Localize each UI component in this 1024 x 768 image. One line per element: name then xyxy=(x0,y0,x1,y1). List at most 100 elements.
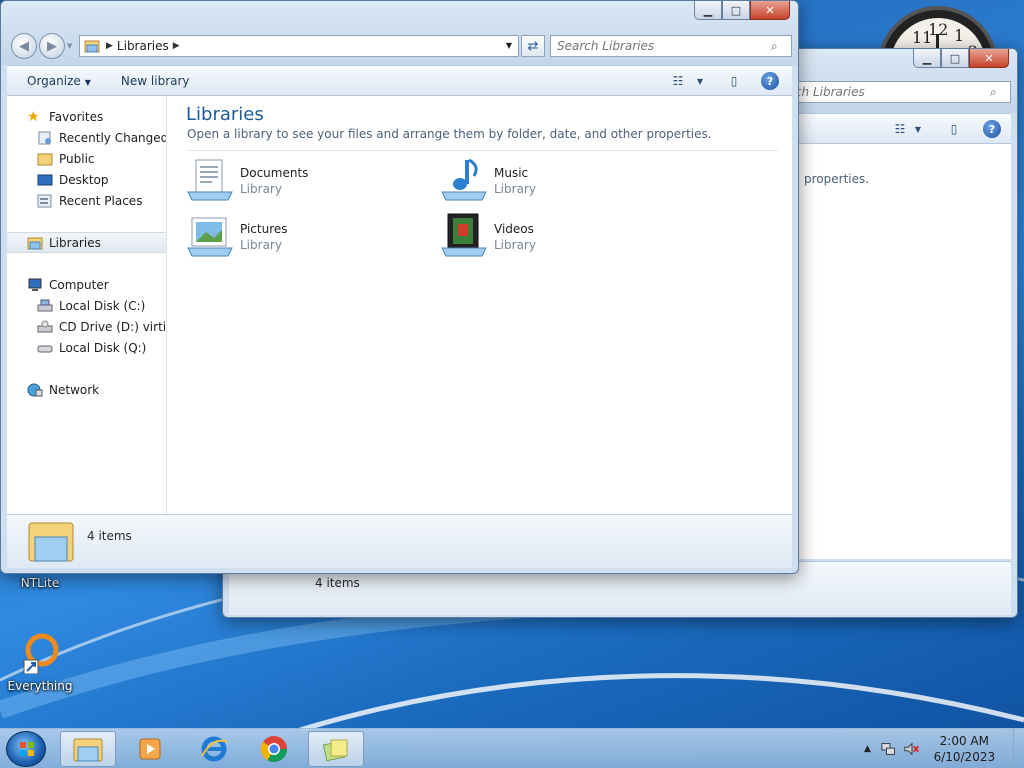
page-subtitle: Open a library to see your files and arr… xyxy=(187,127,712,141)
everything-icon xyxy=(23,633,59,675)
minimize-button[interactable]: ▁ xyxy=(913,49,941,68)
nav-label: Network xyxy=(49,382,100,397)
search-input[interactable] xyxy=(784,85,990,99)
breadcrumb-arrow-icon[interactable]: ▶ xyxy=(173,41,180,51)
nav-libraries[interactable]: Libraries xyxy=(7,232,166,253)
help-icon[interactable]: ? xyxy=(761,72,779,90)
media-player-icon xyxy=(139,738,161,760)
music-library-icon xyxy=(441,158,487,201)
recently-changed-icon xyxy=(38,131,51,144)
library-type: Library xyxy=(240,238,282,252)
computer-icon xyxy=(28,278,42,291)
taskbar-internet-explorer-button[interactable] xyxy=(186,731,242,767)
folder-icon xyxy=(37,153,53,165)
libraries-large-icon xyxy=(28,522,74,562)
nav-label: Computer xyxy=(49,277,109,292)
show-desktop-button[interactable] xyxy=(1013,729,1024,768)
nav-label: Favorites xyxy=(49,109,104,124)
help-icon[interactable]: ? xyxy=(983,120,1001,138)
taskbar: ▲ 2:00 AM 6/10/2023 xyxy=(0,728,1024,768)
library-documents[interactable]: Documents Library xyxy=(186,156,426,206)
minimize-button[interactable]: ▁ xyxy=(694,1,722,20)
new-library-button[interactable]: New library xyxy=(121,74,190,88)
library-name: Music xyxy=(494,166,529,180)
back-button[interactable]: ◀ xyxy=(11,33,37,59)
taskbar-chrome-button[interactable] xyxy=(246,731,302,767)
chevron-down-icon[interactable]: ▼ xyxy=(691,72,709,90)
caption-buttons: ▁ □ ✕ xyxy=(913,49,1009,68)
nav-favorites[interactable]: ★ Favorites xyxy=(7,106,166,127)
library-type: Library xyxy=(494,238,536,252)
library-name: Documents xyxy=(240,166,309,180)
chevron-down-icon[interactable]: ▼ xyxy=(909,120,927,138)
view-options-icon[interactable]: ☷ xyxy=(891,120,909,138)
taskbar-sticky-notes-button[interactable] xyxy=(308,731,364,767)
taskbar-explorer-button[interactable] xyxy=(60,731,116,767)
command-bar: Organize ▼ New library ☷ ▼ ▯ ? xyxy=(7,65,792,96)
search-icon: ⌕ xyxy=(771,38,778,53)
breadcrumb-arrow-icon[interactable]: ▶ xyxy=(106,41,113,51)
desktop-icon-label: NTLite xyxy=(20,576,60,590)
item-count: 4 items xyxy=(87,529,132,543)
volume-muted-icon[interactable] xyxy=(903,741,920,757)
recent-places-icon xyxy=(37,194,52,207)
page-title: Libraries xyxy=(186,104,264,125)
preview-pane-icon[interactable]: ▯ xyxy=(945,120,963,138)
maximize-button[interactable]: □ xyxy=(722,1,750,20)
libraries-icon xyxy=(27,237,43,249)
view-options-icon[interactable]: ☷ xyxy=(669,72,687,90)
maximize-button[interactable]: □ xyxy=(941,49,969,68)
chevron-down-icon: ▼ xyxy=(84,77,91,87)
nav-public[interactable]: Public xyxy=(7,148,166,169)
forward-button[interactable]: ▶ xyxy=(39,33,65,59)
network-status-icon[interactable] xyxy=(881,741,895,757)
nav-network[interactable]: Network xyxy=(7,379,166,400)
nav-computer[interactable]: Computer xyxy=(7,274,166,295)
desktop-icon-everything[interactable]: Everything xyxy=(0,630,80,693)
refresh-button[interactable]: ⇄ xyxy=(521,35,545,57)
navigation-bar: ◀ ▶ ▼ ▶ Libraries ▶ ▼ ⇄ ⌕ xyxy=(7,32,792,62)
show-hidden-icons-icon[interactable]: ▲ xyxy=(864,744,871,754)
library-pictures[interactable]: Pictures Library xyxy=(186,212,426,262)
nav-label: Local Disk (C:) xyxy=(59,298,146,313)
nav-recent-places[interactable]: Recent Places xyxy=(7,190,166,211)
start-button[interactable] xyxy=(6,731,46,767)
breadcrumb-libraries[interactable]: Libraries xyxy=(117,39,169,53)
address-bar[interactable]: ▶ Libraries ▶ ▼ xyxy=(79,35,519,57)
pictures-library-icon xyxy=(187,217,233,257)
library-music[interactable]: Music Library xyxy=(440,156,680,206)
organize-button[interactable]: Organize ▼ xyxy=(27,74,91,88)
close-button[interactable]: ✕ xyxy=(969,49,1009,68)
nav-label: Libraries xyxy=(49,235,101,250)
desktop-icon-ntlite[interactable]: NTLite xyxy=(0,574,80,590)
library-videos[interactable]: Videos Library xyxy=(440,212,680,262)
nav-local-disk-q[interactable]: Local Disk (Q:) xyxy=(7,337,166,358)
network-icon xyxy=(27,383,43,396)
nav-label: Recent Places xyxy=(59,193,143,208)
search-input[interactable] xyxy=(551,39,771,53)
nav-desktop[interactable]: Desktop xyxy=(7,169,166,190)
explorer-window[interactable]: ▁ □ ✕ ◀ ▶ ▼ ▶ Libraries ▶ ▼ ⇄ ⌕ Organize… xyxy=(0,0,799,574)
preview-pane-icon[interactable]: ▯ xyxy=(725,72,743,90)
desktop-icon xyxy=(37,174,53,185)
details-pane: 4 items xyxy=(7,514,792,568)
organize-label: Organize xyxy=(27,73,81,88)
nav-cd-drive-d[interactable]: CD Drive (D:) virtio-w xyxy=(7,316,166,337)
navigation-pane: ★ Favorites Recently Changed Public Desk… xyxy=(7,96,167,514)
caption-buttons: ▁ □ ✕ xyxy=(694,1,790,20)
search-box[interactable]: ⌕ xyxy=(783,81,1011,103)
internet-explorer-icon xyxy=(201,736,228,762)
recent-pages-chevron-icon[interactable]: ▼ xyxy=(67,42,72,50)
nav-label: Desktop xyxy=(59,172,109,187)
taskbar-media-player-button[interactable] xyxy=(122,731,178,767)
nav-recently-changed[interactable]: Recently Changed xyxy=(7,127,166,148)
close-button[interactable]: ✕ xyxy=(750,1,790,20)
nav-label: Local Disk (Q:) xyxy=(59,340,147,355)
search-box[interactable]: ⌕ xyxy=(550,35,792,57)
address-dropdown-icon[interactable]: ▼ xyxy=(506,41,512,50)
time-text: 2:00 AM xyxy=(939,734,989,748)
cd-drive-icon xyxy=(37,320,53,332)
nav-label: Public xyxy=(59,151,95,166)
nav-local-disk-c[interactable]: Local Disk (C:) xyxy=(7,295,166,316)
clock-display[interactable]: 2:00 AM 6/10/2023 xyxy=(934,733,996,765)
